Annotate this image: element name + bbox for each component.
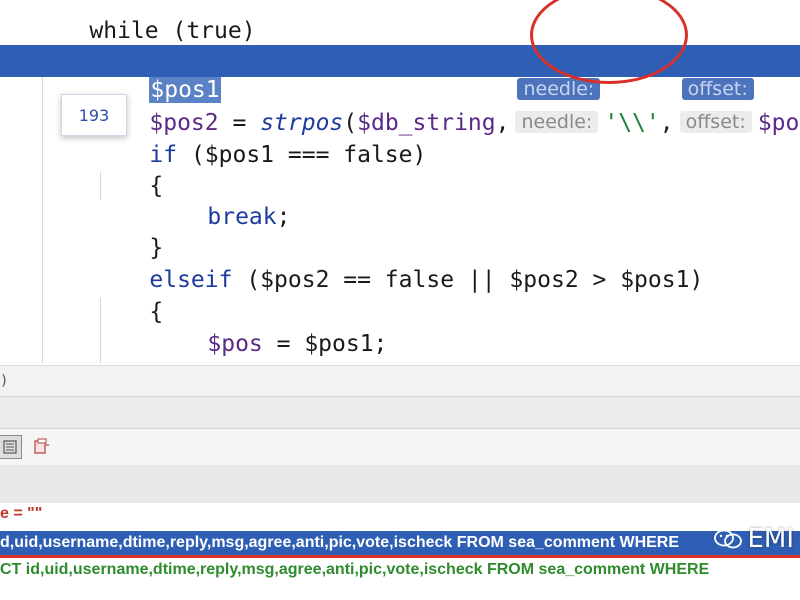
- code-line[interactable]: break;: [0, 330, 800, 363]
- panel-divider[interactable]: [0, 396, 800, 428]
- code-line[interactable]: {: [0, 141, 800, 199]
- value-tooltip: 193: [61, 94, 127, 136]
- editor-breadcrumb-bar: ): [0, 365, 800, 396]
- code-line[interactable]: $pos = $pos1;: [0, 299, 800, 357]
- tooltip-value: 193: [78, 105, 110, 125]
- calculator-icon[interactable]: [0, 435, 22, 459]
- code-line[interactable]: break;: [0, 172, 800, 230]
- code-line[interactable]: elseif ($pos2 == false || $pos2 > $pos1): [0, 235, 800, 293]
- sql-result-line[interactable]: CT id,uid,username,dtime,reply,msg,agree…: [0, 559, 800, 581]
- sql-selected-line[interactable]: d,uid,username,dtime,reply,msg,agree,ant…: [0, 531, 800, 558]
- panel-divider: [0, 465, 800, 503]
- breadcrumb-text: ): [0, 373, 9, 389]
- wechat-icon: [714, 529, 743, 549]
- code-line[interactable]: }: [0, 203, 800, 261]
- code-line[interactable]: while (true): [34, 0, 800, 44]
- code-text: ;: [277, 362, 291, 363]
- copy-value-icon[interactable]: [30, 435, 52, 457]
- watermark-text: EMI: [747, 524, 794, 554]
- watermark: EMI: [713, 524, 794, 554]
- keyword-token: break: [207, 362, 276, 363]
- code-editor[interactable]: while (true) { $pos1 = strpos($db_string…: [0, 0, 800, 363]
- variable-entry[interactable]: e = "": [0, 505, 800, 523]
- code-line[interactable]: {: [0, 267, 800, 325]
- variables-console: e = "" d,uid,username,dtime,reply,msg,ag…: [0, 503, 800, 600]
- debug-toolbar: [0, 428, 800, 466]
